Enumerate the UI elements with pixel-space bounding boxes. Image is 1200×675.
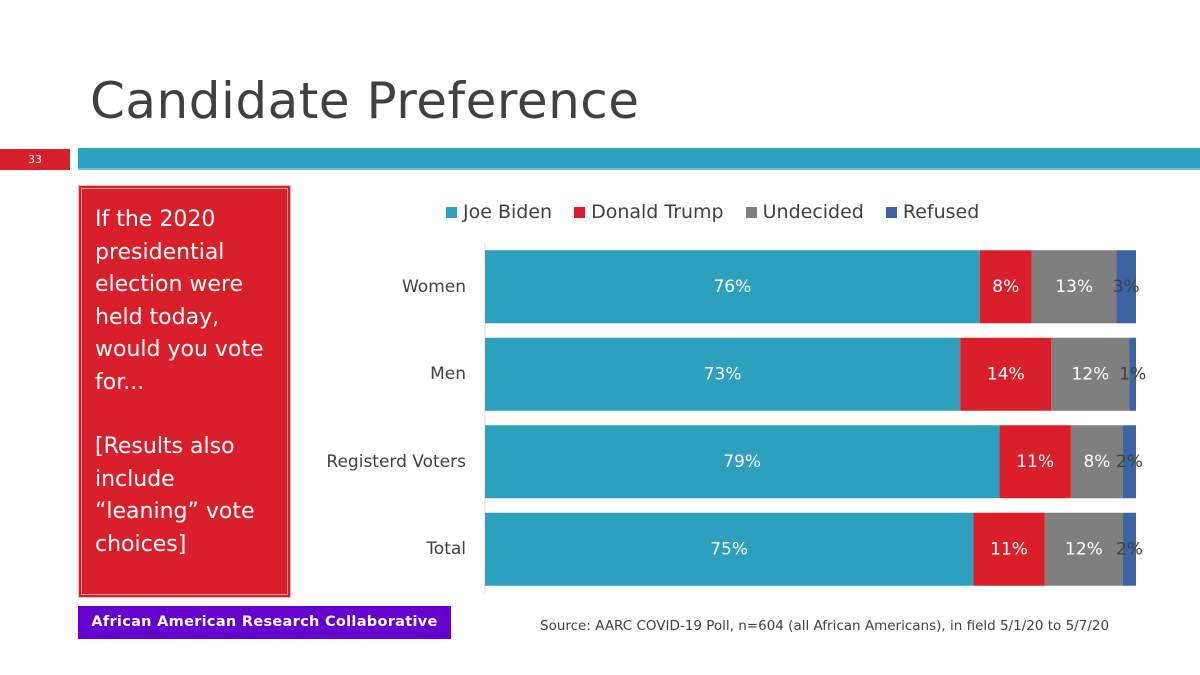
data-label: 2% — [1116, 452, 1143, 472]
data-label: 13% — [1055, 277, 1093, 297]
data-label: 12% — [1065, 539, 1103, 559]
data-label: 11% — [1016, 452, 1054, 472]
data-label: 12% — [1072, 364, 1110, 384]
data-label: 8% — [992, 277, 1019, 297]
data-label: 3% — [1113, 277, 1140, 297]
data-label: 14% — [987, 364, 1025, 384]
data-label: 1% — [1119, 364, 1146, 384]
stacked-bar-chart: 76% 8% 13% 3% 73% 14% 12% 1% 79% 11% 8% 2% 75% 11% 12%… — [484, 243, 1146, 593]
data-label: 2% — [1116, 539, 1143, 559]
data-label: 73% — [704, 364, 742, 384]
data-label: 11% — [990, 539, 1028, 559]
data-label: 75% — [710, 539, 748, 559]
data-label: 79% — [723, 452, 761, 472]
data-label: 76% — [713, 277, 751, 297]
data-label: 8% — [1083, 452, 1110, 472]
